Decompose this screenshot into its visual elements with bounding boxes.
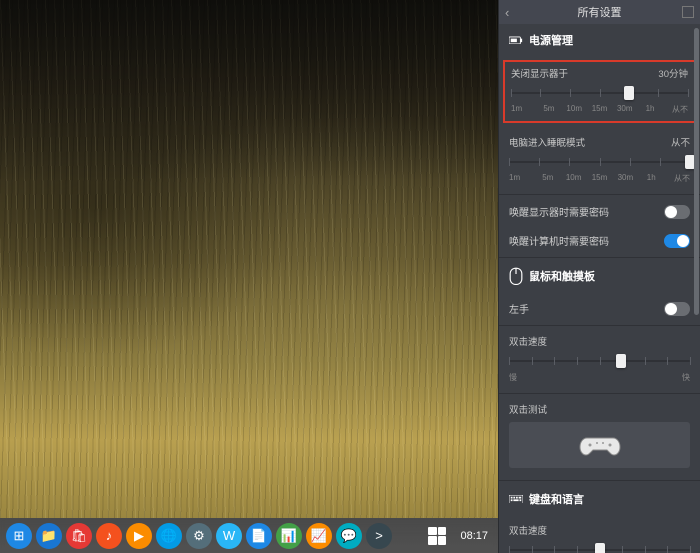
dblclick-fast-label: 快 bbox=[682, 372, 690, 383]
display-off-ticks: 1m5m10m15m30m1h从不 bbox=[511, 104, 688, 115]
panel-body: 电源管理 关闭显示器于 30分钟 1m5m10m15m30m1h从不 电脑进入睡… bbox=[499, 24, 700, 553]
panel-header: ‹ 所有设置 bbox=[499, 0, 700, 24]
dock-chat[interactable]: 💬 bbox=[336, 523, 362, 549]
dock-calc[interactable]: 📊 bbox=[276, 523, 302, 549]
sleep-value: 从不 bbox=[671, 135, 690, 149]
wake-display-pwd-row: 唤醒显示器时需要密码 bbox=[499, 197, 700, 226]
repeat-speed-label: 双击速度 bbox=[509, 523, 547, 537]
dock-settings[interactable]: ⚙ bbox=[186, 523, 212, 549]
dock-present[interactable]: 📈 bbox=[306, 523, 332, 549]
dblclick-test: 双击测试 bbox=[499, 396, 700, 478]
tray-indicators[interactable] bbox=[424, 525, 450, 547]
dblclick-test-label: 双击测试 bbox=[509, 402, 547, 416]
repeat-speed-thumb[interactable] bbox=[595, 543, 605, 553]
gamepad-icon bbox=[579, 432, 621, 458]
dock-doc[interactable]: 📄 bbox=[246, 523, 272, 549]
back-icon[interactable]: ‹ bbox=[505, 5, 509, 20]
setting-display-off: 关闭显示器于 30分钟 1m5m10m15m30m1h从不 bbox=[503, 60, 696, 123]
section-mouse-title: 鼠标和触摸板 bbox=[529, 268, 595, 284]
dock: ⊞📁🛍♪▶🌐⚙W📄📊📈💬>08:17 bbox=[0, 518, 498, 553]
mouse-icon bbox=[509, 269, 523, 283]
dock-files[interactable]: 📁 bbox=[36, 523, 62, 549]
wake-computer-pwd-row: 唤醒计算机时需要密码 bbox=[499, 226, 700, 255]
sleep-slider[interactable] bbox=[509, 153, 690, 171]
settings-panel: ‹ 所有设置 电源管理 关闭显示器于 30分钟 1 bbox=[498, 0, 700, 553]
wake-display-pwd-label: 唤醒显示器时需要密码 bbox=[509, 204, 609, 219]
dblclick-slow-label: 慢 bbox=[509, 372, 517, 383]
setting-dblclick-speed: 双击速度 慢 快 bbox=[499, 328, 700, 391]
dock-launcher[interactable]: ⊞ bbox=[6, 523, 32, 549]
display-off-value: 30分钟 bbox=[658, 66, 688, 80]
scrollbar-thumb[interactable] bbox=[694, 28, 699, 315]
repeat-speed-slider[interactable] bbox=[509, 541, 690, 553]
dock-music[interactable]: ♪ bbox=[96, 523, 122, 549]
setting-repeat-speed: 双击速度 慢 快 bbox=[499, 517, 700, 553]
scrollbar[interactable] bbox=[694, 28, 699, 549]
wake-display-pwd-toggle[interactable] bbox=[664, 205, 690, 219]
dock-terminal[interactable]: > bbox=[366, 523, 392, 549]
sleep-label: 电脑进入睡眠模式 bbox=[509, 135, 585, 149]
left-hand-toggle[interactable] bbox=[664, 302, 690, 316]
left-hand-label: 左手 bbox=[509, 301, 529, 316]
dblclick-speed-label: 双击速度 bbox=[509, 334, 547, 348]
keyboard-icon bbox=[509, 492, 523, 506]
left-hand-row: 左手 bbox=[499, 294, 700, 323]
display-off-label: 关闭显示器于 bbox=[511, 66, 568, 80]
sleep-ticks: 1m5m10m15m30m1h从不 bbox=[509, 173, 690, 184]
dock-video[interactable]: ▶ bbox=[126, 523, 152, 549]
dblclick-test-area[interactable] bbox=[509, 422, 690, 468]
dblclick-speed-slider[interactable] bbox=[509, 352, 690, 370]
setting-sleep: 电脑进入睡眠模式 从不 1m5m10m15m30m1h从不 bbox=[499, 129, 700, 192]
section-keyboard: 键盘和语言 bbox=[499, 483, 700, 517]
section-power-title: 电源管理 bbox=[529, 32, 573, 48]
dock-store[interactable]: 🛍 bbox=[66, 523, 92, 549]
display-off-slider[interactable] bbox=[511, 84, 688, 102]
tray-time[interactable]: 08:17 bbox=[456, 525, 492, 547]
wake-computer-pwd-label: 唤醒计算机时需要密码 bbox=[509, 233, 609, 248]
desktop-wallpaper[interactable] bbox=[0, 0, 498, 518]
wake-computer-pwd-toggle[interactable] bbox=[664, 234, 690, 248]
battery-icon bbox=[509, 33, 523, 47]
dock-wps[interactable]: W bbox=[216, 523, 242, 549]
expand-icon[interactable] bbox=[682, 6, 694, 18]
display-off-thumb[interactable] bbox=[624, 86, 634, 100]
section-keyboard-title: 键盘和语言 bbox=[529, 491, 584, 507]
panel-title: 所有设置 bbox=[578, 4, 622, 20]
dock-browser[interactable]: 🌐 bbox=[156, 523, 182, 549]
dock-tray: 08:17 bbox=[424, 525, 492, 547]
dblclick-speed-thumb[interactable] bbox=[616, 354, 626, 368]
section-power: 电源管理 bbox=[499, 24, 700, 58]
section-mouse: 鼠标和触摸板 bbox=[499, 260, 700, 294]
